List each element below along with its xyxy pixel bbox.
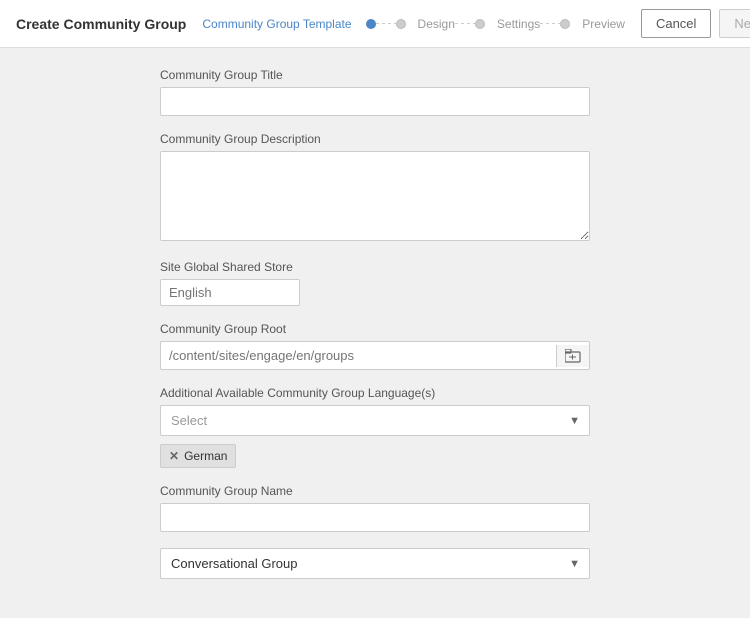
type-select[interactable]: Conversational Group — [160, 548, 590, 579]
description-label: Community Group Description — [160, 132, 590, 146]
step-2-label: Design — [418, 17, 455, 31]
step-4-label: Preview — [582, 17, 625, 31]
shared-store-label: Site Global Shared Store — [160, 260, 590, 274]
step-line-2 — [455, 23, 475, 24]
root-group: Community Group Root — [160, 322, 590, 370]
name-input[interactable] — [160, 503, 590, 532]
languages-select-wrap: Select ▼ — [160, 405, 590, 436]
type-select-wrap: Conversational Group ▼ — [160, 548, 590, 579]
wizard-step-4: Preview — [560, 17, 625, 31]
tag-label-german: German — [184, 449, 227, 463]
root-input-wrap — [160, 341, 590, 370]
wizard-step-1: Community Group Template — [202, 17, 375, 31]
tag-german: ✕ German — [160, 444, 236, 468]
root-label: Community Group Root — [160, 322, 590, 336]
wizard-header: Create Community Group Community Group T… — [0, 0, 750, 48]
name-group: Community Group Name — [160, 484, 590, 532]
shared-store-input[interactable] — [160, 279, 300, 306]
wizard-step-2: Design — [396, 17, 455, 31]
languages-select[interactable]: Select — [160, 405, 590, 436]
page-title: Create Community Group — [16, 16, 186, 32]
type-group: Conversational Group ▼ — [160, 548, 590, 579]
wizard-step-3: Settings — [475, 17, 540, 31]
step-4-dot — [560, 19, 570, 29]
title-label: Community Group Title — [160, 68, 590, 82]
name-label: Community Group Name — [160, 484, 590, 498]
title-input[interactable] — [160, 87, 590, 116]
step-line-3 — [540, 23, 560, 24]
tag-remove-german[interactable]: ✕ — [169, 449, 179, 463]
languages-label: Additional Available Community Group Lan… — [160, 386, 590, 400]
root-input[interactable] — [161, 342, 556, 369]
tag-list: ✕ German — [160, 444, 590, 468]
header-buttons: Cancel Next — [641, 9, 750, 38]
browse-icon-button[interactable] — [556, 345, 589, 367]
step-1-label: Community Group Template — [202, 17, 351, 31]
title-group: Community Group Title — [160, 68, 590, 116]
description-group: Community Group Description — [160, 132, 590, 244]
description-textarea[interactable] — [160, 151, 590, 241]
step-line-1 — [376, 23, 396, 24]
wizard-steps: Community Group Template Design Settings… — [202, 17, 625, 31]
step-3-label: Settings — [497, 17, 540, 31]
next-button[interactable]: Next — [719, 9, 750, 38]
step-2-dot — [396, 19, 406, 29]
cancel-button[interactable]: Cancel — [641, 9, 711, 38]
shared-store-group: Site Global Shared Store — [160, 260, 590, 306]
main-form: Community Group Title Community Group De… — [0, 48, 750, 615]
step-3-dot — [475, 19, 485, 29]
step-1-dot — [366, 19, 376, 29]
languages-group: Additional Available Community Group Lan… — [160, 386, 590, 468]
